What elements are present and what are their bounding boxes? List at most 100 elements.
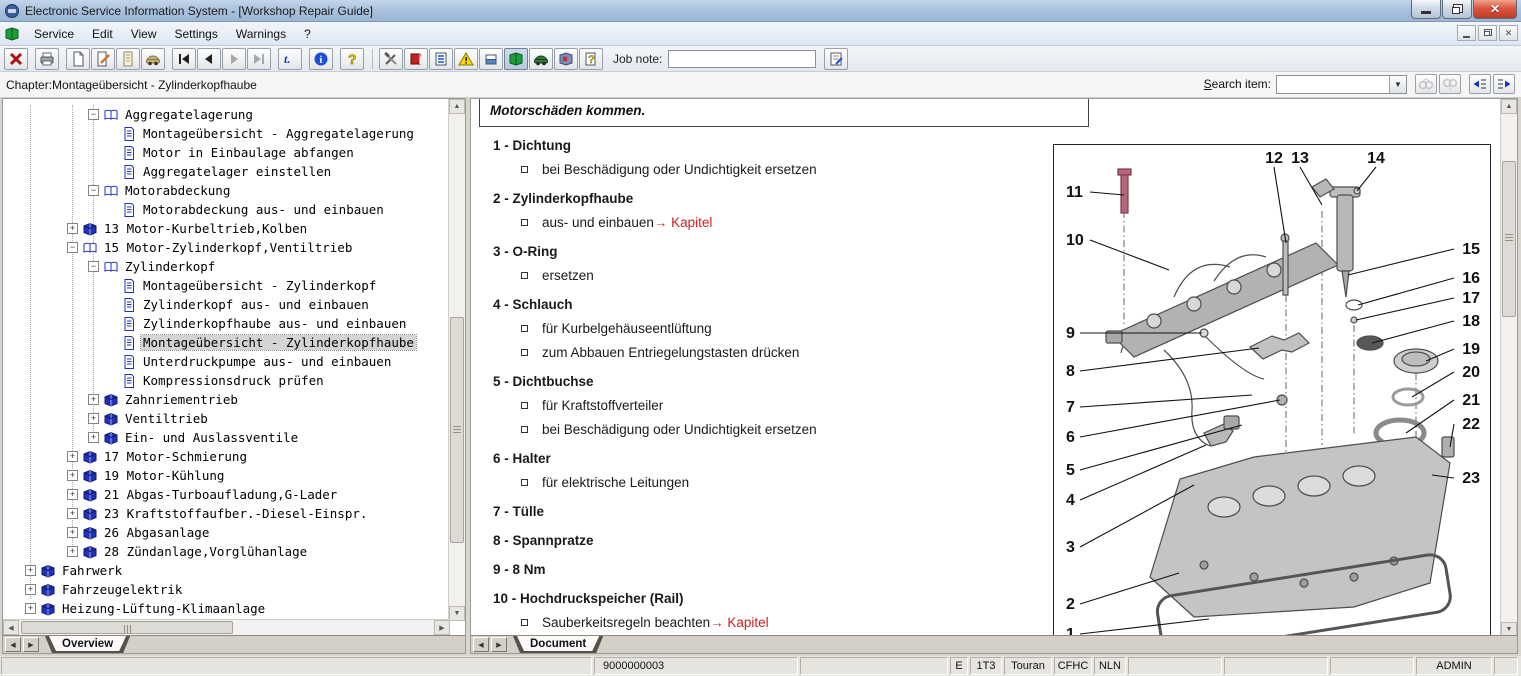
- collapse-icon[interactable]: −: [67, 242, 78, 253]
- tree-item-label[interactable]: Ventiltrieb: [123, 411, 210, 426]
- tree-item[interactable]: + Ventiltrieb: [88, 409, 210, 428]
- tree-item-label[interactable]: Motor in Einbaulage abfangen: [141, 145, 356, 160]
- tools-button[interactable]: [379, 48, 403, 70]
- tree-item[interactable]: +28 Zündanlage,Vorglühanlage: [67, 542, 309, 561]
- restore-button[interactable]: [1442, 0, 1472, 19]
- tree-item-label[interactable]: Motorabdeckung aus- und einbauen: [141, 202, 386, 217]
- tab-scroll-right-icon[interactable]: ▶: [491, 637, 507, 652]
- edit-page-button[interactable]: [91, 48, 115, 70]
- tree-item[interactable]: − Motorabdeckung: [88, 181, 232, 200]
- tree-item-label[interactable]: 28 Zündanlage,Vorglühanlage: [102, 544, 309, 559]
- tree-item-label[interactable]: 21 Abgas-Turboaufladung,G-Lader: [102, 487, 339, 502]
- expand-icon[interactable]: +: [67, 527, 78, 538]
- first-page-button[interactable]: [172, 48, 196, 70]
- vehicle-button[interactable]: [141, 48, 165, 70]
- tree-item[interactable]: + Fahrwerk: [25, 561, 124, 580]
- bucket-button[interactable]: [479, 48, 503, 70]
- menu-item-edit[interactable]: Edit: [83, 24, 122, 44]
- tree-item-label[interactable]: Montageübersicht - Zylinderkopfhaube: [141, 335, 416, 350]
- tree-item-label[interactable]: Unterdruckpumpe aus- und einbauen: [141, 354, 393, 369]
- tree-item[interactable]: −Zylinderkopf: [88, 257, 217, 276]
- collapse-icon[interactable]: −: [88, 185, 99, 196]
- green-book-button[interactable]: [504, 48, 528, 70]
- tree-item[interactable]: Motorabdeckung aus- und einbauen: [121, 200, 386, 219]
- tree-item-label[interactable]: 26 Abgasanlage: [102, 525, 211, 540]
- help-button[interactable]: ?: [340, 48, 364, 70]
- tree-item-label[interactable]: Montageübersicht - Zylinderkopf: [141, 278, 378, 293]
- page-question-button[interactable]: ?: [579, 48, 603, 70]
- expand-icon[interactable]: +: [88, 413, 99, 424]
- expand-icon[interactable]: +: [67, 451, 78, 462]
- tree-item[interactable]: +21 Abgas-Turboaufladung,G-Lader: [67, 485, 339, 504]
- menu-item-service[interactable]: Service: [25, 24, 83, 44]
- tree-item[interactable]: Motor in Einbaulage abfangen: [121, 143, 356, 162]
- expand-icon[interactable]: +: [88, 394, 99, 405]
- tree-item-label[interactable]: Fahrwerk: [60, 563, 124, 578]
- scrollbar-thumb[interactable]: [1502, 161, 1516, 317]
- expand-icon[interactable]: +: [67, 223, 78, 234]
- tree-item[interactable]: +13 Motor-Kurbeltrieb,Kolben: [67, 219, 309, 238]
- tree-item-label[interactable]: Zylinderkopf aus- und einbauen: [141, 297, 371, 312]
- expand-icon[interactable]: +: [25, 584, 36, 595]
- mdi-restore-button[interactable]: [1478, 25, 1497, 41]
- new-page-button[interactable]: [66, 48, 90, 70]
- tab-scroll-right-icon[interactable]: ▶: [23, 637, 39, 652]
- scroll-left-icon[interactable]: ◀: [3, 620, 19, 635]
- tree-item-label[interactable]: 13 Motor-Kurbeltrieb,Kolben: [102, 221, 309, 236]
- menu-item-view[interactable]: View: [122, 24, 166, 44]
- warning-button[interactable]: [454, 48, 478, 70]
- tree-item-label[interactable]: 19 Motor-Kühlung: [102, 468, 226, 483]
- chevron-down-icon[interactable]: ▼: [1389, 76, 1406, 93]
- note-page-button[interactable]: [824, 48, 848, 70]
- tree-item-label[interactable]: Fahrzeugelektrik: [60, 582, 184, 597]
- history-button[interactable]: t.: [278, 48, 302, 70]
- tab-scroll-left-icon[interactable]: ◀: [473, 637, 489, 652]
- expand-icon[interactable]: +: [67, 546, 78, 557]
- tree-item[interactable]: Zylinderkopf aus- und einbauen: [121, 295, 371, 314]
- tree-item[interactable]: Zylinderkopfhaube aus- und einbauen: [121, 314, 408, 333]
- tree-item[interactable]: +19 Motor-Kühlung: [67, 466, 226, 485]
- tree-horizontal-scrollbar[interactable]: ◀ ▶: [3, 619, 450, 635]
- expand-icon[interactable]: +: [25, 565, 36, 576]
- scrollbar-thumb[interactable]: [21, 621, 233, 634]
- search-input[interactable]: [1277, 76, 1389, 93]
- print-button[interactable]: [35, 48, 59, 70]
- tree-item[interactable]: − Aggregatelagerung: [88, 105, 255, 124]
- tree-item-label[interactable]: 23 Kraftstoffaufber.-Diesel-Einspr.: [102, 506, 369, 521]
- document-vertical-scrollbar[interactable]: ▲ ▼: [1500, 99, 1517, 637]
- tree-item[interactable]: Kompressionsdruck prüfen: [121, 371, 326, 390]
- tree-item[interactable]: Montageübersicht - Aggregatelagerung: [121, 124, 416, 143]
- scroll-up-icon[interactable]: ▲: [449, 99, 465, 114]
- tree-item[interactable]: + Ein- und Auslassventile: [88, 428, 300, 447]
- books-x-button[interactable]: [554, 48, 578, 70]
- expand-icon[interactable]: +: [67, 508, 78, 519]
- stop-button[interactable]: [4, 48, 28, 70]
- tree-item-label[interactable]: Aggregatelager einstellen: [141, 164, 333, 179]
- tree-item-label[interactable]: Heizung-Lüftung-Klimaanlage: [60, 601, 267, 616]
- info-button[interactable]: i: [309, 48, 333, 70]
- minimize-button[interactable]: [1411, 0, 1441, 19]
- expand-icon[interactable]: +: [25, 603, 36, 614]
- expand-icon[interactable]: +: [88, 432, 99, 443]
- jump-back-button[interactable]: [1469, 74, 1491, 94]
- tree-item[interactable]: Montageübersicht - Zylinderkopfhaube: [121, 333, 416, 352]
- tree-item[interactable]: + Fahrzeugelektrik: [25, 580, 184, 599]
- menu-item-settings[interactable]: Settings: [166, 24, 227, 44]
- tree-item-label[interactable]: 17 Motor-Schmierung: [102, 449, 249, 464]
- tree-item[interactable]: Montageübersicht - Zylinderkopf: [121, 276, 378, 295]
- expand-icon[interactable]: +: [67, 470, 78, 481]
- menu-item-warnings[interactable]: Warnings: [227, 24, 295, 44]
- green-car-button[interactable]: [529, 48, 553, 70]
- tab-scroll-left-icon[interactable]: ◀: [5, 637, 21, 652]
- expand-icon[interactable]: +: [67, 489, 78, 500]
- import-page-button[interactable]: [116, 48, 140, 70]
- tree-item-label[interactable]: Ein- und Auslassventile: [123, 430, 300, 445]
- menu-item-[interactable]: ?: [295, 24, 320, 44]
- scrollbar-thumb[interactable]: [450, 317, 464, 543]
- tree-item[interactable]: + Heizung-Lüftung-Klimaanlage: [25, 599, 267, 618]
- tree-item-label[interactable]: Kompressionsdruck prüfen: [141, 373, 326, 388]
- tree-item[interactable]: +23 Kraftstoffaufber.-Diesel-Einspr.: [67, 504, 369, 523]
- collapse-icon[interactable]: −: [88, 109, 99, 120]
- tree-item-label[interactable]: Aggregatelagerung: [123, 107, 255, 122]
- tree-item-label[interactable]: Motorabdeckung: [123, 183, 232, 198]
